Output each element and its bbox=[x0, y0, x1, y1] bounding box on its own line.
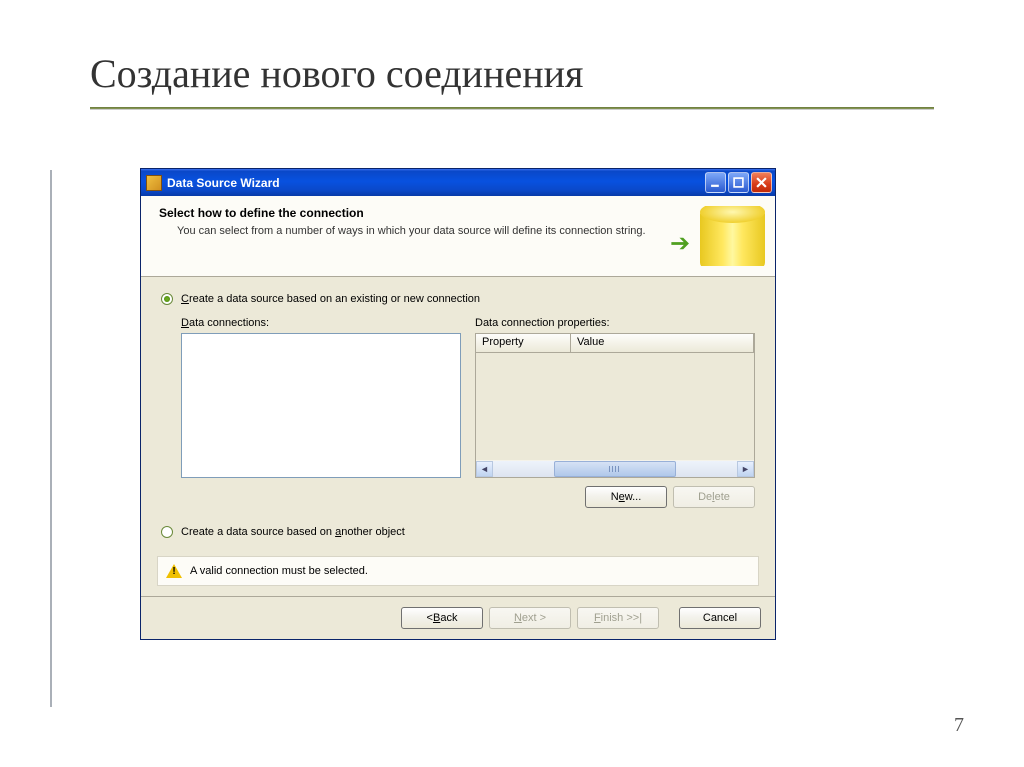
scroll-thumb[interactable] bbox=[554, 461, 676, 477]
radio-unselected-icon bbox=[161, 526, 173, 538]
app-icon bbox=[146, 175, 162, 191]
close-button[interactable] bbox=[751, 172, 772, 193]
wizard-header-graphic: ➔ bbox=[665, 206, 775, 266]
connection-properties-label: Data connection properties: bbox=[475, 317, 755, 329]
page-number: 7 bbox=[954, 714, 964, 737]
radio-selected-icon bbox=[161, 293, 173, 305]
slide-title: Создание нового соединения bbox=[90, 50, 934, 97]
maximize-button[interactable] bbox=[728, 172, 749, 193]
cancel-button[interactable]: Cancel bbox=[679, 607, 761, 629]
value-column-header[interactable]: Value bbox=[571, 334, 754, 353]
property-column-header[interactable]: Property bbox=[476, 334, 571, 353]
wizard-header: Select how to define the connection You … bbox=[141, 196, 775, 277]
connection-properties-grid[interactable]: Property Value ◄ ► bbox=[475, 333, 755, 478]
dialog-window: Data Source Wizard Select how to d bbox=[140, 168, 776, 640]
data-connections-label: Data connections: bbox=[181, 317, 461, 329]
window-title: Data Source Wizard bbox=[167, 176, 280, 190]
data-connections-list[interactable] bbox=[181, 333, 461, 478]
wizard-header-title: Select how to define the connection bbox=[159, 206, 659, 220]
properties-scrollbar[interactable]: ◄ ► bbox=[476, 460, 754, 477]
warning-icon bbox=[166, 563, 182, 579]
finish-button[interactable]: Finish >>| bbox=[577, 607, 659, 629]
new-button[interactable]: New... bbox=[585, 486, 667, 508]
option-existing-connection[interactable]: Create a data source based on an existin… bbox=[161, 293, 755, 305]
scroll-left-button[interactable]: ◄ bbox=[476, 461, 493, 477]
option-another-object-label: Create a data source based on another ob… bbox=[181, 526, 405, 538]
back-button[interactable]: < Back bbox=[401, 607, 483, 629]
minimize-button[interactable] bbox=[705, 172, 726, 193]
option-another-object[interactable]: Create a data source based on another ob… bbox=[161, 526, 755, 538]
scroll-right-button[interactable]: ► bbox=[737, 461, 754, 477]
option-existing-connection-label: Create a data source based on an existin… bbox=[181, 293, 480, 305]
wizard-header-subtitle: You can select from a number of ways in … bbox=[159, 224, 659, 238]
side-separator bbox=[50, 170, 52, 707]
next-button[interactable]: Next > bbox=[489, 607, 571, 629]
title-separator bbox=[90, 107, 934, 109]
delete-button[interactable]: Delete bbox=[673, 486, 755, 508]
validation-message: A valid connection must be selected. bbox=[190, 565, 368, 577]
validation-bar: A valid connection must be selected. bbox=[157, 556, 759, 586]
wizard-footer: < Back Next > Finish >>| Cancel bbox=[141, 596, 775, 639]
titlebar[interactable]: Data Source Wizard bbox=[141, 169, 775, 196]
